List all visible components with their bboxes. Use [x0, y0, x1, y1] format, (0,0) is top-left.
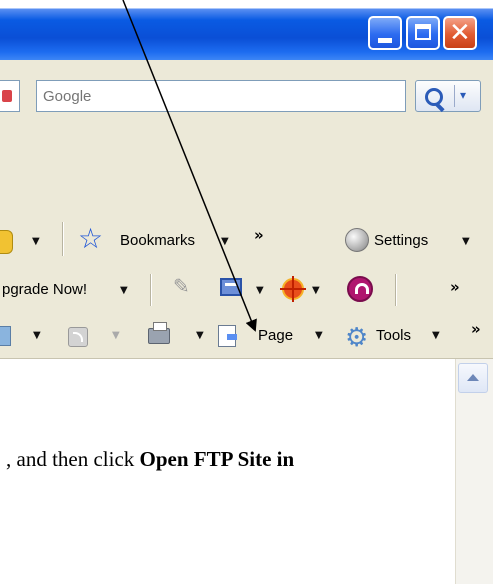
toolbar-row-bookmarks: ▼ ☆ Bookmarks ▼ » Settings ▼ [0, 214, 493, 268]
title-bar: ✕ [0, 0, 493, 60]
chevron-down-icon[interactable]: ▼ [33, 330, 41, 341]
printer-icon[interactable] [148, 322, 170, 344]
chevron-down-icon[interactable]: ▼ [221, 236, 229, 247]
home-icon[interactable] [0, 326, 11, 346]
pencil-icon[interactable]: ✎ [173, 274, 190, 298]
document-content: , and then click Open FTP Site in [0, 359, 455, 584]
command-bar: ▼ ▼ ▼ Page ▼ ⚙ Tools ▼ » [0, 316, 493, 359]
maximize-button[interactable] [406, 16, 440, 50]
search-button-divider [454, 85, 455, 107]
toolbar-overflow-button[interactable]: » [450, 278, 460, 296]
chevron-down-icon[interactable]: ▼ [432, 330, 440, 341]
search-input[interactable] [36, 80, 406, 112]
close-button[interactable]: ✕ [443, 16, 477, 50]
search-button[interactable]: ▾ [415, 80, 481, 112]
chevron-down-icon[interactable]: ▼ [462, 236, 470, 247]
bookmarks-button[interactable]: Bookmarks [120, 232, 195, 249]
instruction-lead: , and then click [6, 447, 140, 471]
instruction-bold: Open FTP Site in [139, 447, 295, 471]
toolbar-overflow-button[interactable]: » [254, 226, 264, 244]
chevron-down-icon[interactable]: ▼ [256, 285, 264, 296]
gear-icon[interactable]: ⚙ [345, 323, 368, 353]
chevron-down-icon[interactable]: ▼ [312, 285, 320, 296]
page-icon[interactable] [218, 325, 237, 347]
minimize-icon [378, 38, 392, 43]
page-menu-button[interactable]: Page [258, 327, 293, 344]
toolbar-button-icon[interactable] [0, 230, 13, 254]
chevron-down-icon[interactable]: ▼ [196, 330, 204, 341]
close-icon: ✕ [449, 18, 471, 48]
star-icon[interactable]: ☆ [78, 222, 103, 255]
search-icon [425, 88, 443, 106]
chevron-down-icon[interactable]: ▼ [112, 330, 120, 341]
settings-button[interactable]: Settings [374, 232, 428, 249]
title-bar-top-edge [0, 0, 493, 8]
chevron-down-icon[interactable]: ▼ [315, 330, 323, 341]
maximize-icon [415, 24, 431, 40]
upgrade-now-button[interactable]: pgrade Now! [2, 281, 87, 298]
chevron-down-icon[interactable]: ▾ [460, 88, 466, 102]
toolbar-row-addons: pgrade Now! ▼ ✎ ▼ ▼ » [0, 268, 493, 316]
scroll-up-button[interactable] [458, 363, 488, 393]
toolbar-separator [62, 222, 64, 256]
headphone-icon[interactable] [347, 276, 373, 302]
toolbar-separator [395, 274, 397, 306]
toolbar-overflow-button[interactable]: » [471, 320, 481, 338]
chevron-down-icon[interactable]: ▼ [32, 236, 40, 247]
minimize-button[interactable] [368, 16, 402, 50]
toolbar-spacer [0, 124, 493, 212]
instruction-text: , and then click Open FTP Site in [6, 447, 294, 472]
screen-icon[interactable] [220, 278, 242, 296]
tools-menu-button[interactable]: Tools [376, 327, 411, 344]
target-icon[interactable] [280, 276, 306, 302]
address-bar-edge[interactable] [0, 80, 20, 112]
chevron-down-icon[interactable]: ▼ [120, 285, 128, 296]
settings-icon[interactable] [345, 228, 369, 252]
feed-icon[interactable] [68, 327, 88, 347]
toolbar-separator [150, 274, 152, 306]
